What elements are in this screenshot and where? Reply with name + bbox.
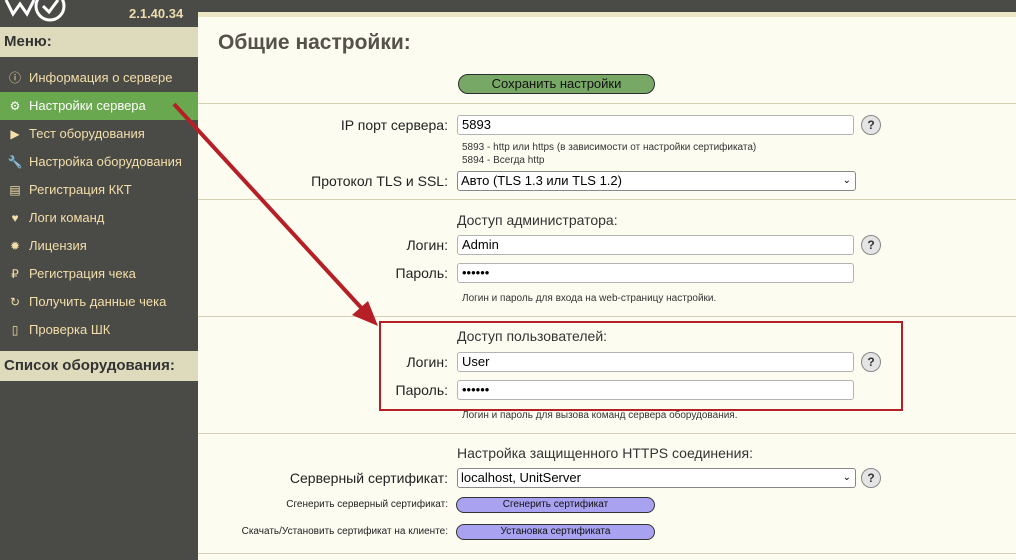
admin-password-label: Пароль:	[395, 265, 448, 281]
user-password-input[interactable]	[457, 380, 854, 400]
refresh-icon: ↻	[9, 295, 21, 309]
admin-password-input[interactable]	[457, 263, 854, 283]
admin-hint: Логин и пароль для входа на web-страницу…	[462, 293, 717, 304]
sidebar-item-kkt-registration[interactable]: ▤ Регистрация ККТ	[0, 176, 198, 204]
tls-label: Протокол TLS и SSL:	[311, 173, 448, 189]
menu-title: Меню:	[0, 27, 204, 57]
sidebar-item-license[interactable]: ✹ Лицензия	[0, 232, 198, 260]
sidebar-menu: ⓘ Информация о сервере ⚙ Настройки сервера…	[0, 64, 198, 344]
admin-login-label: Логин:	[406, 237, 448, 253]
sidebar-item-server-info[interactable]: ⓘ Информация о сервере	[0, 64, 198, 92]
user-access-header: Доступ пользователей:	[457, 328, 608, 344]
user-password-label: Пароль:	[395, 382, 448, 398]
ruble-icon: ₽	[11, 267, 19, 281]
sidebar-item-command-logs[interactable]: ♥ Логи команд	[0, 204, 198, 232]
divider	[198, 316, 1016, 317]
sidebar-item-receipt-registration[interactable]: ₽ Регистрация чека	[0, 260, 198, 288]
sidebar-item-server-settings[interactable]: ⚙ Настройки сервера	[0, 92, 198, 120]
ip-port-hint-1: 5893 - http или https (в зависимости от …	[462, 142, 757, 153]
admin-help-icon[interactable]: ?	[861, 235, 881, 255]
ip-port-label: IP порт сервера:	[340, 117, 448, 133]
admin-login-input[interactable]	[457, 235, 854, 255]
ip-port-input[interactable]	[457, 115, 854, 135]
user-help-icon[interactable]: ?	[861, 352, 881, 372]
wrench-icon: 🔧	[7, 155, 23, 169]
barcode-icon: ▯	[11, 323, 19, 337]
generate-cert-label: Сгенерить серверный сертификат:	[286, 499, 448, 510]
save-settings-button[interactable]: Сохранить настройки	[458, 74, 655, 94]
register-icon: ▤	[9, 183, 21, 197]
divider	[198, 199, 1016, 200]
install-cert-button[interactable]: Установка сертификата	[456, 524, 655, 540]
equipment-list-title: Список оборудования:	[0, 351, 204, 381]
generate-cert-button[interactable]: Сгенерить сертификат	[456, 497, 655, 513]
heartbeat-icon: ♥	[11, 211, 19, 225]
server-cert-label: Серверный сертификат:	[289, 470, 448, 486]
sidebar-item-equipment-setup[interactable]: 🔧 Настройка оборудования	[0, 148, 198, 176]
server-cert-select[interactable]: localhost, UnitServer ⌄	[457, 468, 856, 488]
admin-access-header: Доступ администратора:	[457, 212, 618, 228]
divider	[198, 433, 1016, 434]
sidebar-item-get-receipt-data[interactable]: ↻ Получить данные чека	[0, 288, 198, 316]
user-hint: Логин и пароль для вызова команд сервера…	[462, 410, 738, 421]
sidebar-item-barcode-check[interactable]: ▯ Проверка ШК	[0, 316, 198, 344]
chevron-down-icon: ⌄	[842, 472, 851, 483]
info-icon: ⓘ	[8, 71, 21, 85]
page-title: Общие настройки:	[218, 31, 411, 54]
divider	[198, 553, 1016, 554]
install-cert-label: Скачать/Установить сертификат на клиенте…	[241, 526, 448, 537]
https-header: Настройка защищенного HTTPS соединения:	[457, 445, 753, 461]
tls-select[interactable]: Авто (TLS 1.3 или TLS 1.2) ⌄	[457, 171, 856, 191]
sidebar: 2.1.40.34 Меню: ⓘ Информация о сервере ⚙ Н…	[0, 0, 204, 560]
play-icon: ▶	[10, 127, 20, 141]
gears-icon: ⚙	[9, 99, 21, 113]
user-login-label: Логин:	[406, 354, 448, 370]
sidebar-item-equipment-test[interactable]: ▶ Тест оборудования	[0, 120, 198, 148]
divider	[198, 103, 1016, 104]
main-content: Общие настройки: Сохранить настройки IP …	[198, 12, 1016, 560]
ip-port-hint-2: 5894 - Всегда http	[462, 155, 545, 166]
user-login-input[interactable]	[457, 352, 854, 372]
server-cert-help-icon[interactable]: ?	[861, 468, 881, 488]
chevron-down-icon: ⌄	[842, 175, 851, 186]
app-version: 2.1.40.34	[129, 6, 184, 21]
logo-icon	[4, 0, 66, 22]
ip-port-help-icon[interactable]: ?	[861, 115, 881, 135]
certificate-icon: ✹	[9, 239, 21, 253]
